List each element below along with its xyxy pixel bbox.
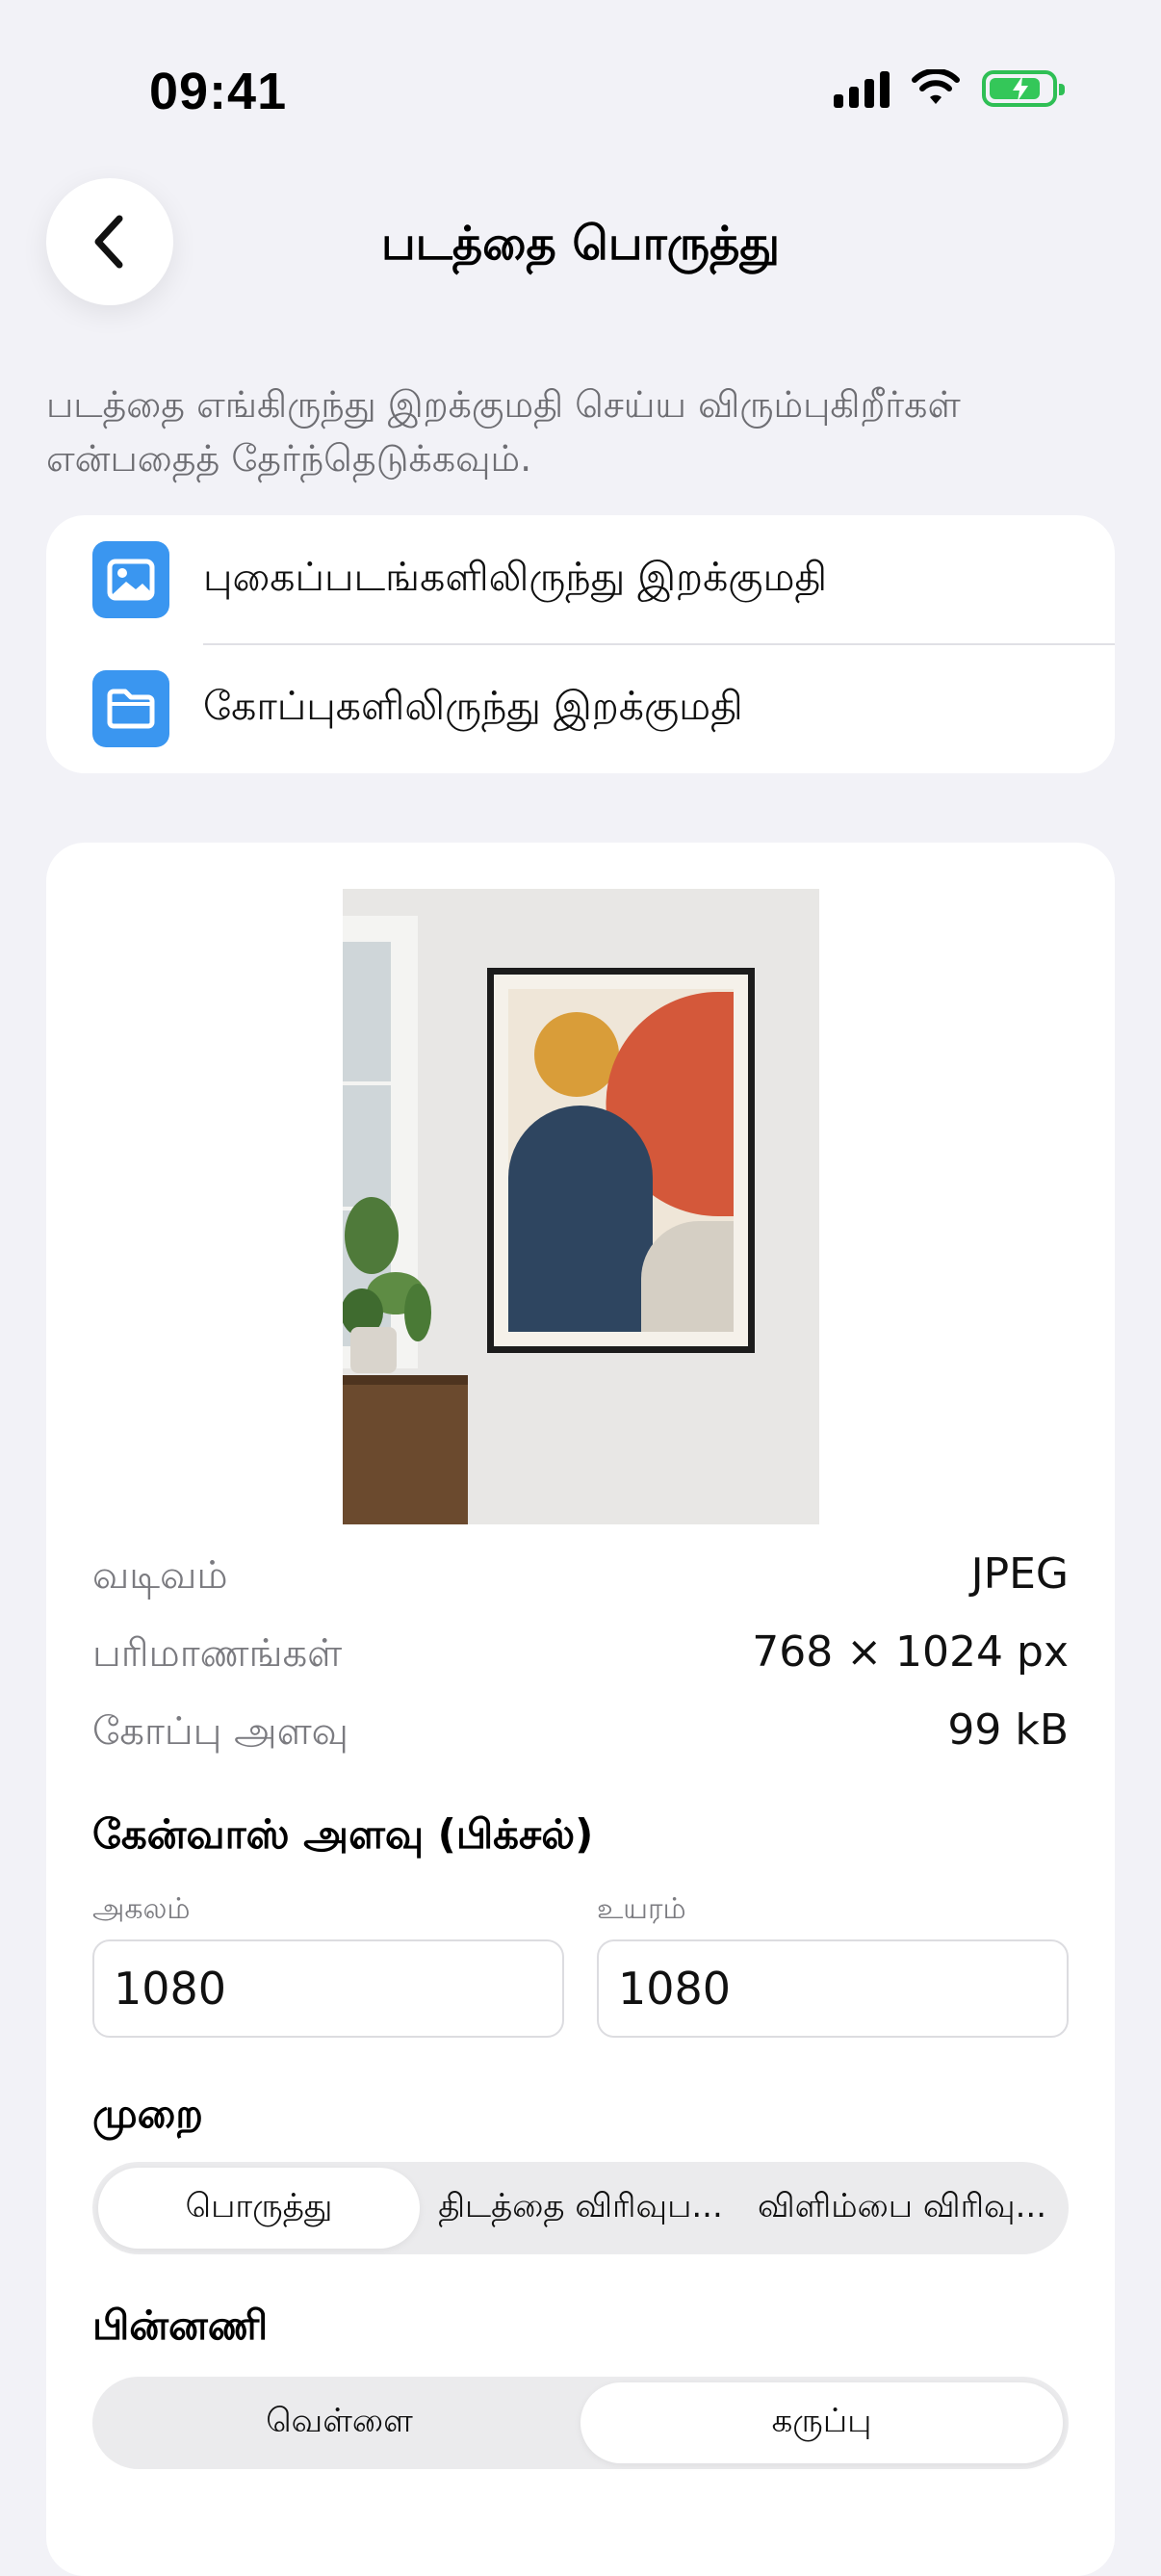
dimensions-row: பரிமாணங்கள் 768 × 1024 px <box>92 1624 1069 1691</box>
import-from-files-row[interactable]: கோப்புகளிலிருந்து இறக்குமதி <box>46 644 1115 773</box>
background-option-white[interactable]: வெள்ளை <box>98 2382 580 2463</box>
cellular-signal-icon <box>834 69 890 108</box>
import-from-photos-row[interactable]: புகைப்படங்களிலிருந்து இறக்குமதி <box>46 515 1115 645</box>
status-time: 09:41 <box>149 63 288 120</box>
format-value: JPEG <box>970 1549 1069 1599</box>
background-option-black[interactable]: கருப்பு <box>580 2382 1063 2463</box>
photo-icon <box>92 541 169 618</box>
file-size-label: கோப்பு அளவு <box>92 1709 348 1754</box>
image-details-card: வடிவம் JPEG பரிமாணங்கள் 768 × 1024 px கோ… <box>46 843 1115 2576</box>
import-from-photos-label: புகைப்படங்களிலிருந்து இறக்குமதி <box>203 554 828 600</box>
format-label: வடிவம் <box>92 1553 228 1598</box>
file-size-value: 99 kB <box>947 1705 1069 1755</box>
file-size-row: கோப்பு அளவு 99 kB <box>92 1702 1069 1769</box>
background-title: பின்னணி <box>92 2302 269 2349</box>
format-row: வடிவம் JPEG <box>92 1546 1069 1613</box>
page-title: படத்தை பொருத்து <box>380 217 781 271</box>
status-icons <box>834 69 1065 108</box>
canvas-size-title: கேன்வாஸ் அளவு (பிக்சல்) <box>92 1810 594 1858</box>
import-from-files-label: கோப்புகளிலிருந்து இறக்குமதி <box>203 683 743 729</box>
width-input[interactable] <box>92 1939 564 2038</box>
height-input[interactable] <box>597 1939 1069 2038</box>
background-segmented-control: வெள்ளை கருப்பு <box>92 2377 1069 2469</box>
width-label: அகலம் <box>92 1892 191 1926</box>
status-bar: 09:41 <box>0 0 1161 144</box>
mode-option-fit[interactable]: பொருத்து <box>98 2168 420 2249</box>
image-preview <box>343 889 819 1524</box>
mode-title: முறை <box>92 2090 203 2137</box>
import-options-card: புகைப்படங்களிலிருந்து இறக்குமதி கோப்புகள… <box>46 515 1115 773</box>
dimensions-value: 768 × 1024 px <box>752 1627 1069 1677</box>
mode-segmented-control: பொருத்து திடத்தை விரிவுப... விளிம்பை விர… <box>92 2162 1069 2254</box>
height-label: உயரம் <box>597 1892 686 1926</box>
instruction-text: படத்தை எங்கிருந்து இறக்குமதி செய்ய விரும… <box>46 383 961 480</box>
wifi-icon <box>912 69 960 104</box>
mode-option-stretch-fill[interactable]: திடத்தை விரிவுப... <box>420 2168 741 2249</box>
mode-option-stretch-edge[interactable]: விளிம்பை விரிவு... <box>741 2168 1063 2249</box>
dimensions-label: பரிமாணங்கள் <box>92 1631 343 1676</box>
folder-icon <box>92 670 169 747</box>
battery-icon <box>982 70 1065 107</box>
